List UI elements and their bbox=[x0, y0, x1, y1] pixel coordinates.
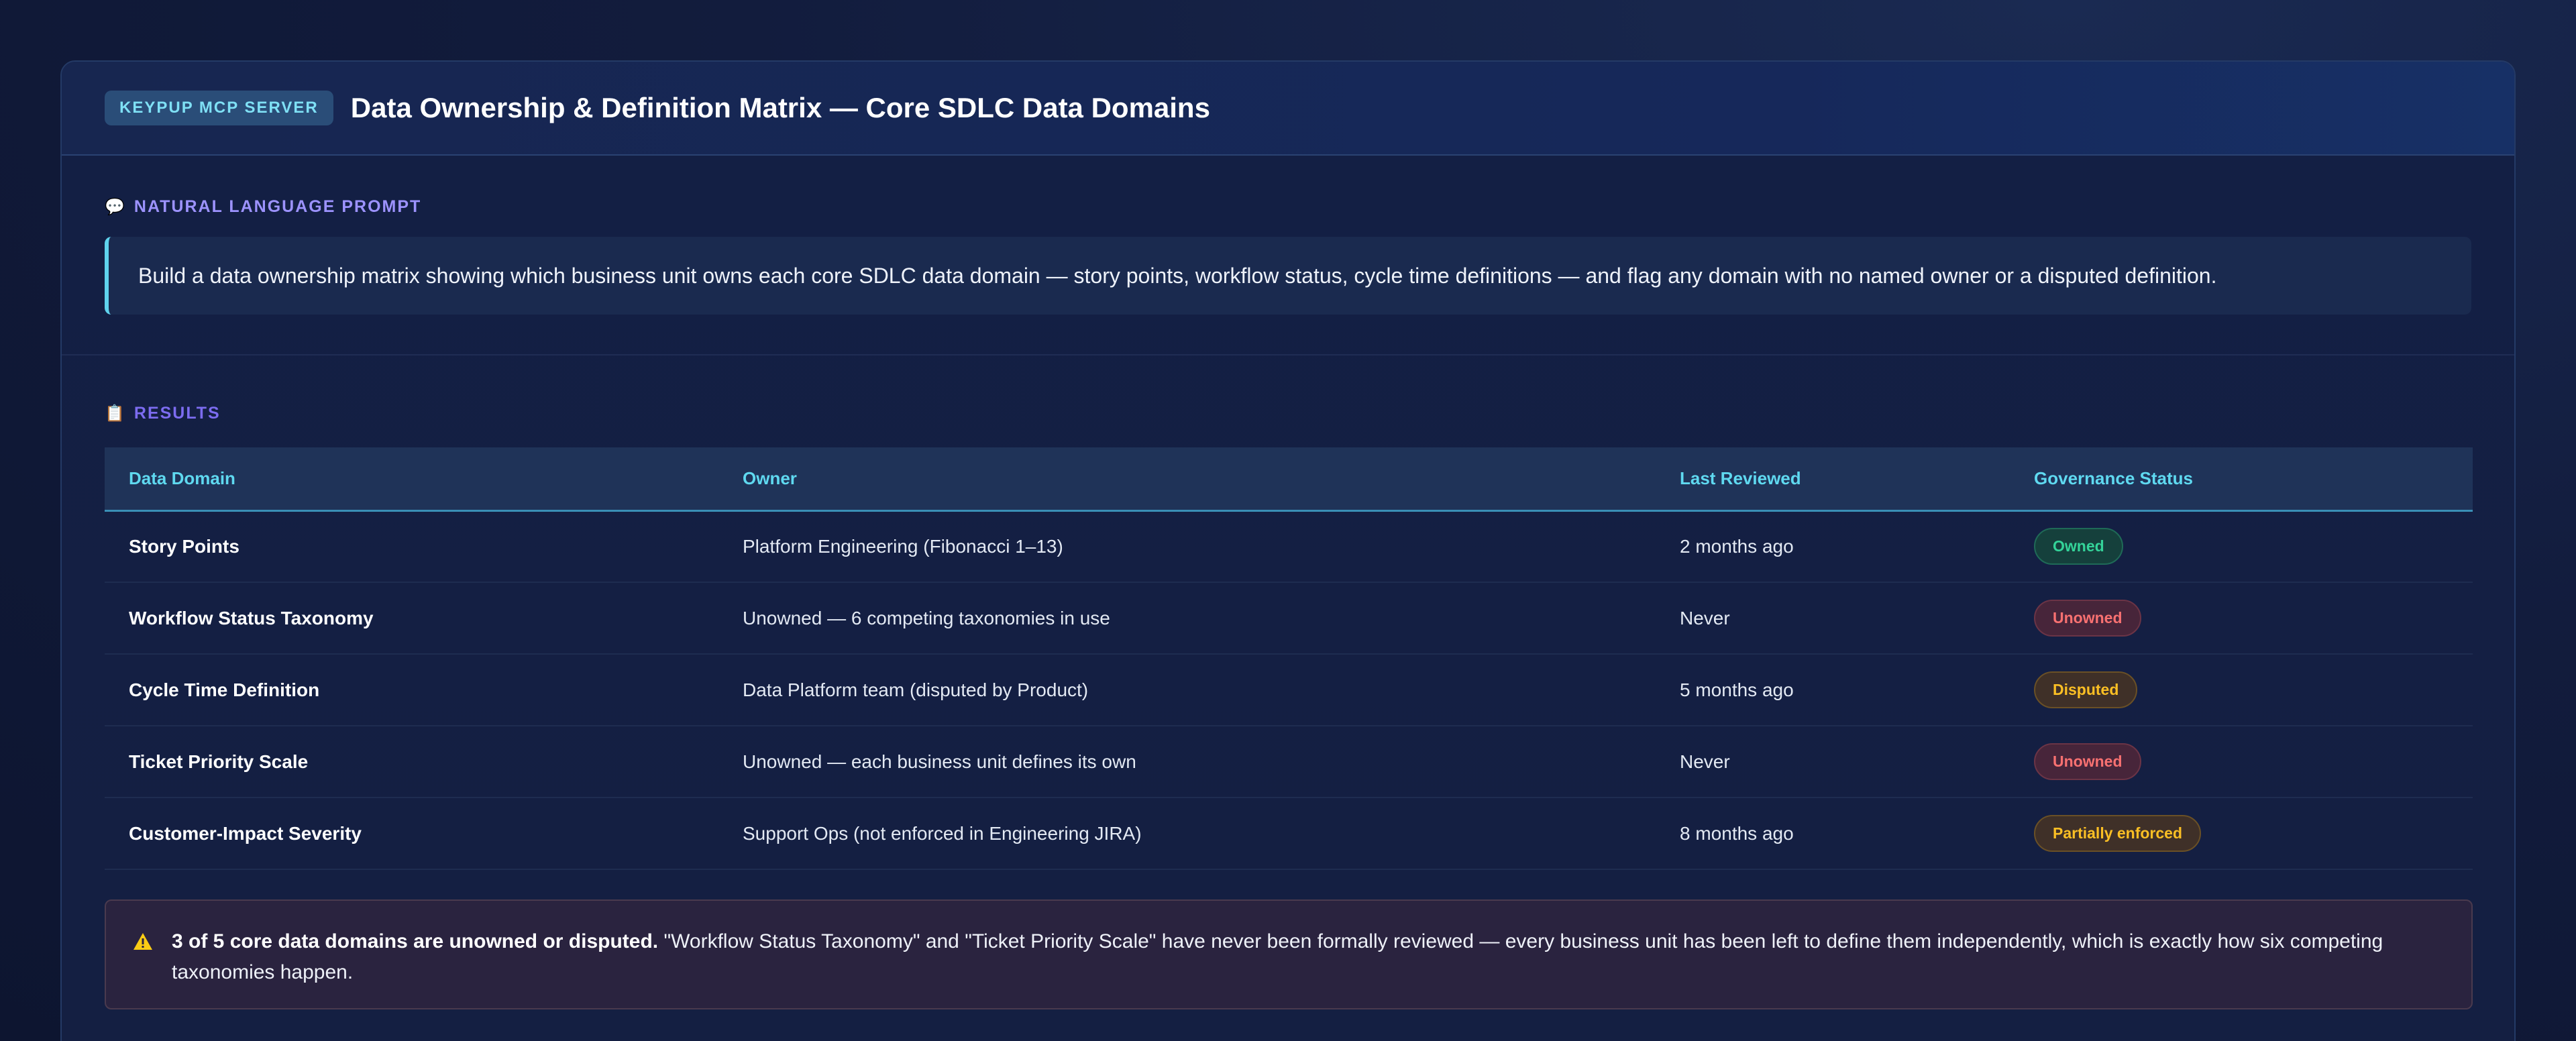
column-header-last-reviewed: Last Reviewed bbox=[1656, 447, 2010, 512]
owner-cell: Support Ops (not enforced in Engineering… bbox=[743, 822, 1142, 844]
results-label-text: RESULTS bbox=[133, 404, 221, 423]
domain-cell: Workflow Status Taxonomy bbox=[129, 607, 374, 628]
status-cell: Partially enforced bbox=[2010, 798, 2473, 869]
domain-cell: Customer-Impact Severity bbox=[129, 822, 362, 844]
results-section: 📋 RESULTS Data Domain Owner Last Reviewe… bbox=[62, 355, 2514, 1009]
server-tag: KEYPUP MCP SERVER bbox=[105, 91, 333, 125]
last-reviewed-cell: 8 months ago bbox=[1680, 822, 1794, 844]
table-row: Customer-Impact Severity Support Ops (no… bbox=[105, 798, 2473, 869]
domain-cell: Story Points bbox=[129, 535, 239, 557]
prompt-section: 💬 NATURAL LANGUAGE PROMPT Build a data o… bbox=[62, 156, 2514, 355]
domain-cell: Cycle Time Definition bbox=[129, 679, 320, 700]
prompt-label: 💬 NATURAL LANGUAGE PROMPT bbox=[105, 197, 2471, 217]
prompt-label-text: NATURAL LANGUAGE PROMPT bbox=[133, 197, 422, 216]
card-header: KEYPUP MCP SERVER Data Ownership & Defin… bbox=[62, 62, 2514, 156]
warning-text: 3 of 5 core data domains are unowned or … bbox=[172, 926, 2445, 1008]
owner-cell: Unowned — 6 competing taxonomies in use bbox=[743, 607, 1110, 628]
table-row: Ticket Priority Scale Unowned — each bus… bbox=[105, 726, 2473, 798]
column-header-governance-status: Governance Status bbox=[2010, 447, 2473, 512]
warning-bold-text: 3 of 5 core data domains are unowned or … bbox=[172, 930, 659, 952]
column-header-owner: Owner bbox=[718, 447, 1656, 512]
warning-icon bbox=[133, 933, 152, 950]
speech-bubble-icon: 💬 bbox=[105, 198, 126, 216]
domain-cell: Ticket Priority Scale bbox=[129, 751, 309, 772]
table-row: Workflow Status Taxonomy Unowned — 6 com… bbox=[105, 582, 2473, 654]
owner-cell: Data Platform team (disputed by Product) bbox=[743, 679, 1089, 700]
status-badge: Partially enforced bbox=[2034, 815, 2202, 852]
status-badge: Owned bbox=[2034, 528, 2123, 565]
matrix-card: KEYPUP MCP SERVER Data Ownership & Defin… bbox=[60, 60, 2516, 1041]
ownership-table: Data Domain Owner Last Reviewed Governan… bbox=[105, 447, 2473, 870]
last-reviewed-cell: Never bbox=[1680, 607, 1730, 628]
table-header-row: Data Domain Owner Last Reviewed Governan… bbox=[105, 447, 2473, 512]
status-badge: Unowned bbox=[2034, 600, 2141, 637]
clipboard-icon: 📋 bbox=[105, 404, 126, 423]
page-title: Data Ownership & Definition Matrix — Cor… bbox=[350, 92, 1210, 123]
last-reviewed-cell: 2 months ago bbox=[1680, 535, 1794, 557]
status-badge: Unowned bbox=[2034, 743, 2141, 780]
status-cell: Owned bbox=[2010, 510, 2473, 582]
results-label: 📋 RESULTS bbox=[105, 404, 2471, 423]
last-reviewed-cell: Never bbox=[1680, 751, 1730, 772]
owner-cell: Platform Engineering (Fibonacci 1–13) bbox=[743, 535, 1063, 557]
column-header-domain: Data Domain bbox=[105, 447, 718, 512]
status-cell: Disputed bbox=[2010, 654, 2473, 726]
status-cell: Unowned bbox=[2010, 726, 2473, 798]
status-cell: Unowned bbox=[2010, 582, 2473, 654]
warning-callout: 3 of 5 core data domains are unowned or … bbox=[105, 899, 2473, 1009]
last-reviewed-cell: 5 months ago bbox=[1680, 679, 1794, 700]
prompt-text: Build a data ownership matrix showing wh… bbox=[105, 237, 2471, 315]
table-row: Cycle Time Definition Data Platform team… bbox=[105, 654, 2473, 726]
status-badge: Disputed bbox=[2034, 671, 2138, 708]
table-row: Story Points Platform Engineering (Fibon… bbox=[105, 510, 2473, 582]
owner-cell: Unowned — each business unit defines its… bbox=[743, 751, 1136, 772]
